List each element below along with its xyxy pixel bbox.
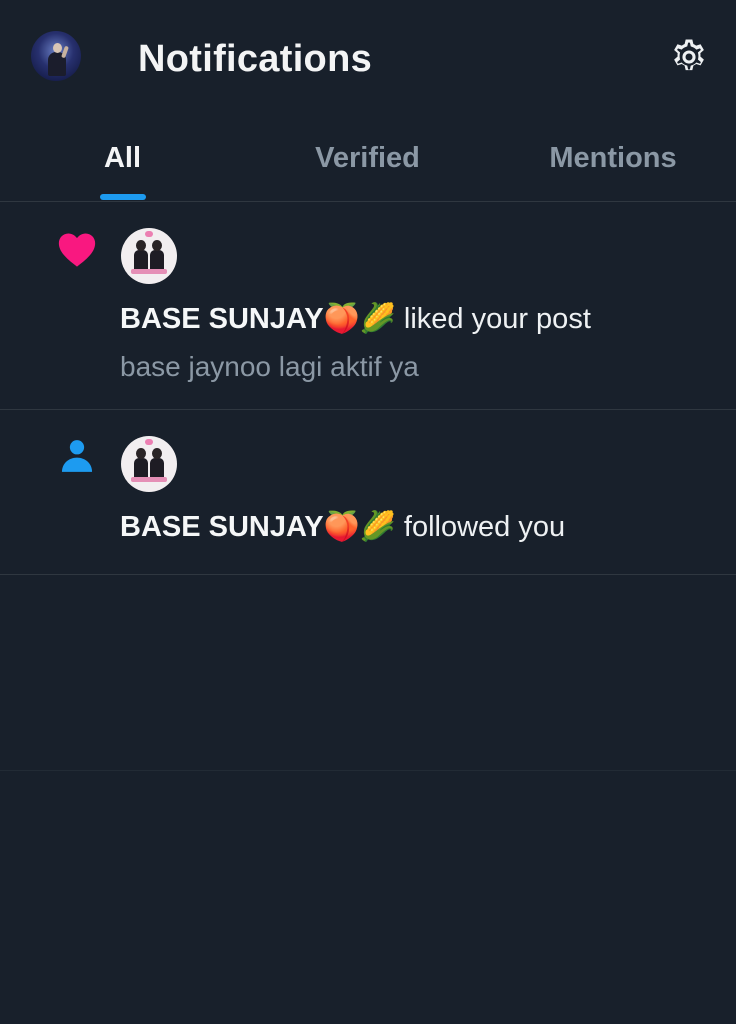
notification-text: BASE SUNJAY🍑🌽 liked your post: [120, 301, 591, 337]
actor-avatar[interactable]: [121, 436, 177, 492]
gear-icon: [674, 39, 704, 71]
avatar-banner: [131, 269, 167, 274]
notification-item[interactable]: BASE SUNJAY🍑🌽 liked your post base jayno…: [0, 202, 736, 410]
page-title: Notifications: [138, 38, 373, 80]
actor-name[interactable]: BASE SUNJAY🍑🌽: [120, 303, 396, 335]
avatar-head-left: [136, 240, 146, 251]
avatar-head-left: [136, 448, 146, 459]
notification-item[interactable]: BASE SUNJAY🍑🌽 followed you: [0, 410, 736, 575]
settings-button[interactable]: [664, 32, 714, 82]
avatar-head-right: [152, 448, 162, 459]
notification-action: followed you: [395, 511, 566, 543]
post-preview[interactable]: base jaynoo lagi aktif ya: [120, 349, 419, 385]
notification-action: liked your post: [395, 303, 591, 335]
divider: [0, 770, 736, 771]
avatar-heart-decoration: [145, 231, 153, 237]
avatar-head-right: [152, 240, 162, 251]
notifications-screen: Notifications All Verified Mentions BASE…: [0, 0, 736, 1024]
avatar-banner: [131, 477, 167, 482]
actor-avatar[interactable]: [121, 228, 177, 284]
tab-mentions[interactable]: Mentions: [490, 115, 736, 201]
avatar-figure-arm: [61, 45, 69, 59]
active-tab-indicator: [100, 194, 146, 200]
notification-tabs: All Verified Mentions: [0, 115, 736, 202]
profile-avatar[interactable]: [31, 31, 81, 81]
tab-verified[interactable]: Verified: [245, 115, 490, 201]
avatar-figure-head: [53, 43, 62, 53]
actor-name[interactable]: BASE SUNJAY🍑🌽: [120, 511, 396, 543]
tab-all[interactable]: All: [0, 115, 245, 201]
notification-text: BASE SUNJAY🍑🌽 followed you: [120, 509, 565, 545]
person-icon: [56, 435, 98, 477]
heart-icon: [56, 228, 98, 270]
avatar-heart-decoration: [145, 439, 153, 445]
top-bar: Notifications: [0, 0, 736, 115]
